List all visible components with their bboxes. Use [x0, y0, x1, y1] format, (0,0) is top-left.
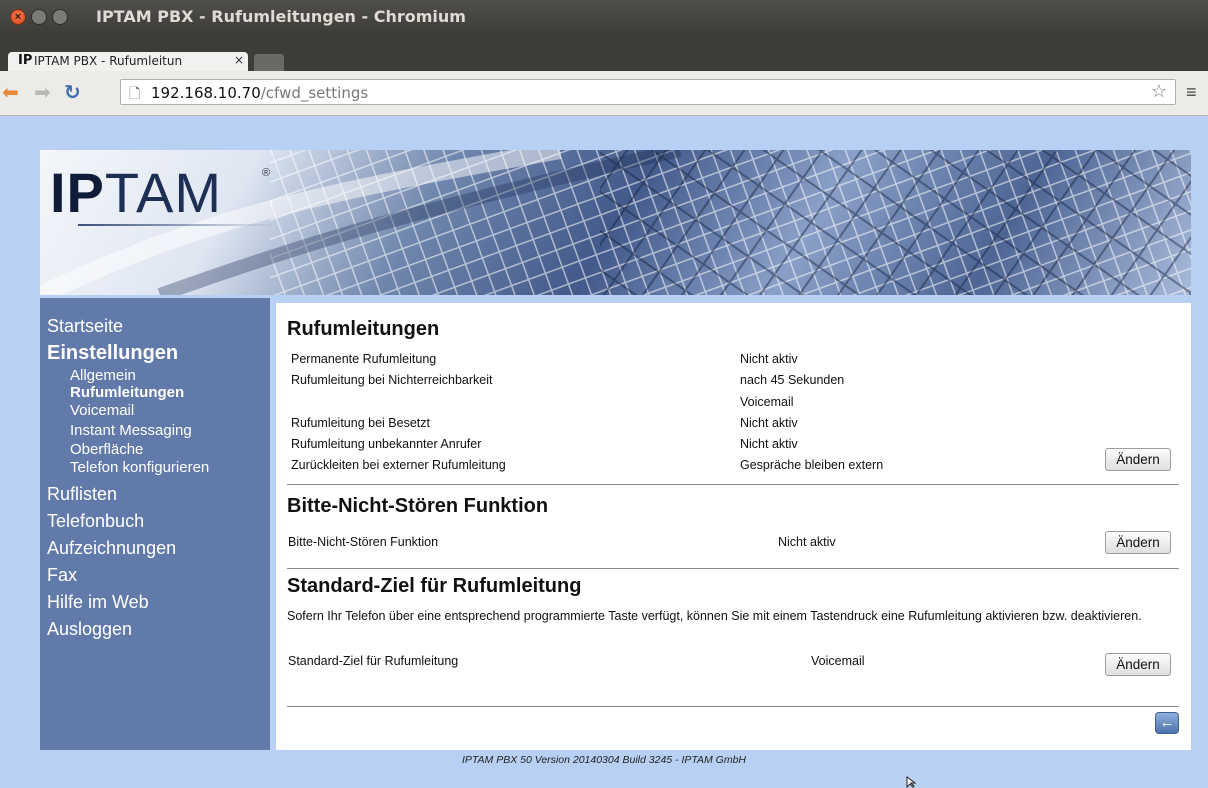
sidebar-item-hilfe-im-web[interactable]: Hilfe im Web — [47, 592, 149, 613]
setting-label: Bitte-Nicht-Stören Funktion — [288, 535, 439, 549]
section-title-bitte-nicht-stoeren: Bitte-Nicht-Stören Funktion — [287, 495, 549, 517]
window-minimize-button[interactable] — [31, 9, 47, 25]
sidebar-sub-rufumleitungen[interactable]: Rufumleitungen — [70, 385, 184, 401]
sidebar-sub-instant-messaging[interactable]: Instant Messaging — [70, 423, 192, 439]
standard-ziel-description: Sofern Ihr Telefon über eine entsprechen… — [287, 609, 1142, 623]
address-path: /cfwd_settings — [260, 84, 369, 102]
page-icon: 🗋 — [129, 85, 141, 101]
reload-icon[interactable]: ↻ — [64, 80, 81, 104]
new-tab-button[interactable] — [254, 54, 284, 71]
aendern-dnd-button[interactable]: Ändern — [1105, 531, 1171, 554]
setting-value: Voicemail — [811, 654, 865, 668]
setting-value: Nicht aktiv — [740, 352, 798, 366]
section-title-rufumleitungen: Rufumleitungen — [287, 318, 440, 340]
sidebar-sub-oberflaeche[interactable]: Oberfläche — [70, 442, 143, 458]
logo-registered-mark: ® — [262, 167, 271, 179]
setting-value: nach 45 Sekunden — [740, 373, 845, 387]
setting-label: Zurückleiten bei externer Rufumleitung — [291, 458, 506, 472]
sidebar-item-startseite[interactable]: Startseite — [47, 316, 123, 337]
setting-value: Nicht aktiv — [778, 535, 836, 549]
sidebar-sub-voicemail[interactable]: Voicemail — [70, 403, 134, 419]
address-bar[interactable]: 🗋 192.168.10.70/cfwd_settings ☆ — [120, 79, 1176, 105]
footer-version: IPTAM PBX 50 Version 20140304 Build 3245… — [461, 754, 747, 766]
setting-value: Nicht aktiv — [740, 437, 798, 451]
sidebar-item-fax[interactable]: Fax — [47, 565, 77, 586]
window-title: IPTAM PBX - Rufumleitungen - Chromium — [96, 7, 466, 26]
header-banner: IPTAM ® — [40, 150, 1191, 295]
sidebar-item-ausloggen[interactable]: Ausloggen — [47, 619, 132, 640]
tab-close-icon[interactable]: × — [234, 53, 244, 67]
bookmark-star-icon[interactable]: ☆ — [1151, 81, 1167, 102]
tab-strip: IP IPTAM PBX - Rufumleitun × — [0, 34, 1208, 71]
sidebar-sub-telefon-konfigurieren[interactable]: Telefon konfigurieren — [70, 460, 209, 476]
back-arrow-icon[interactable]: ⬅ — [2, 80, 19, 104]
setting-value: Gespräche bleiben extern — [740, 458, 884, 472]
logo-underline — [78, 224, 278, 226]
iptam-logo: IPTAM — [50, 161, 222, 224]
sidebar-item-einstellungen[interactable]: Einstellungen — [47, 342, 178, 365]
divider — [287, 484, 1179, 485]
sidebar-nav: Startseite Einstellungen Allgemein Rufum… — [40, 298, 270, 750]
sidebar-item-telefonbuch[interactable]: Telefonbuch — [47, 511, 144, 532]
menu-icon[interactable]: ≡ — [1186, 82, 1197, 103]
section-title-standard-ziel: Standard-Ziel für Rufumleitung — [287, 575, 582, 597]
divider — [287, 568, 1179, 569]
setting-value-secondary: Voicemail — [740, 395, 794, 409]
sidebar-item-aufzeichnungen[interactable]: Aufzeichnungen — [47, 538, 176, 559]
setting-label: Standard-Ziel für Rufumleitung — [288, 654, 459, 668]
browser-tab[interactable]: IP IPTAM PBX - Rufumleitun × — [8, 52, 248, 71]
setting-label: Permanente Rufumleitung — [291, 352, 437, 366]
address-host: 192.168.10.70/cfwd_settings — [151, 84, 369, 102]
setting-label: Rufumleitung bei Nichterreichbarkeit — [291, 373, 493, 387]
favicon-icon: IP — [18, 53, 33, 68]
sidebar-sub-allgemein[interactable]: Allgemein — [70, 368, 136, 384]
setting-label: Rufumleitung bei Besetzt — [291, 416, 430, 430]
setting-value: Nicht aktiv — [740, 416, 798, 430]
back-arrow-button[interactable]: ← — [1155, 712, 1179, 734]
mouse-cursor-icon — [906, 776, 917, 788]
window-close-button[interactable]: × — [10, 9, 26, 25]
browser-toolbar: ⬅ ➡ ↻ 🗋 192.168.10.70/cfwd_settings ☆ ≡ — [0, 71, 1208, 116]
tab-label: IPTAM PBX - Rufumleitun — [34, 54, 183, 68]
aendern-standard-ziel-button[interactable]: Ändern — [1105, 653, 1171, 676]
window-maximize-button[interactable] — [52, 9, 68, 25]
sidebar-item-ruflisten[interactable]: Ruflisten — [47, 484, 117, 505]
divider — [287, 706, 1179, 707]
setting-label: Rufumleitung unbekannter Anrufer — [291, 437, 482, 451]
aendern-rufumleitungen-button[interactable]: Ändern — [1105, 448, 1171, 471]
window-titlebar: × IPTAM PBX - Rufumleitungen - Chromium — [0, 0, 1208, 34]
main-content: Rufumleitungen Permanente Rufumleitung N… — [276, 303, 1191, 750]
forward-arrow-icon[interactable]: ➡ — [34, 80, 51, 104]
